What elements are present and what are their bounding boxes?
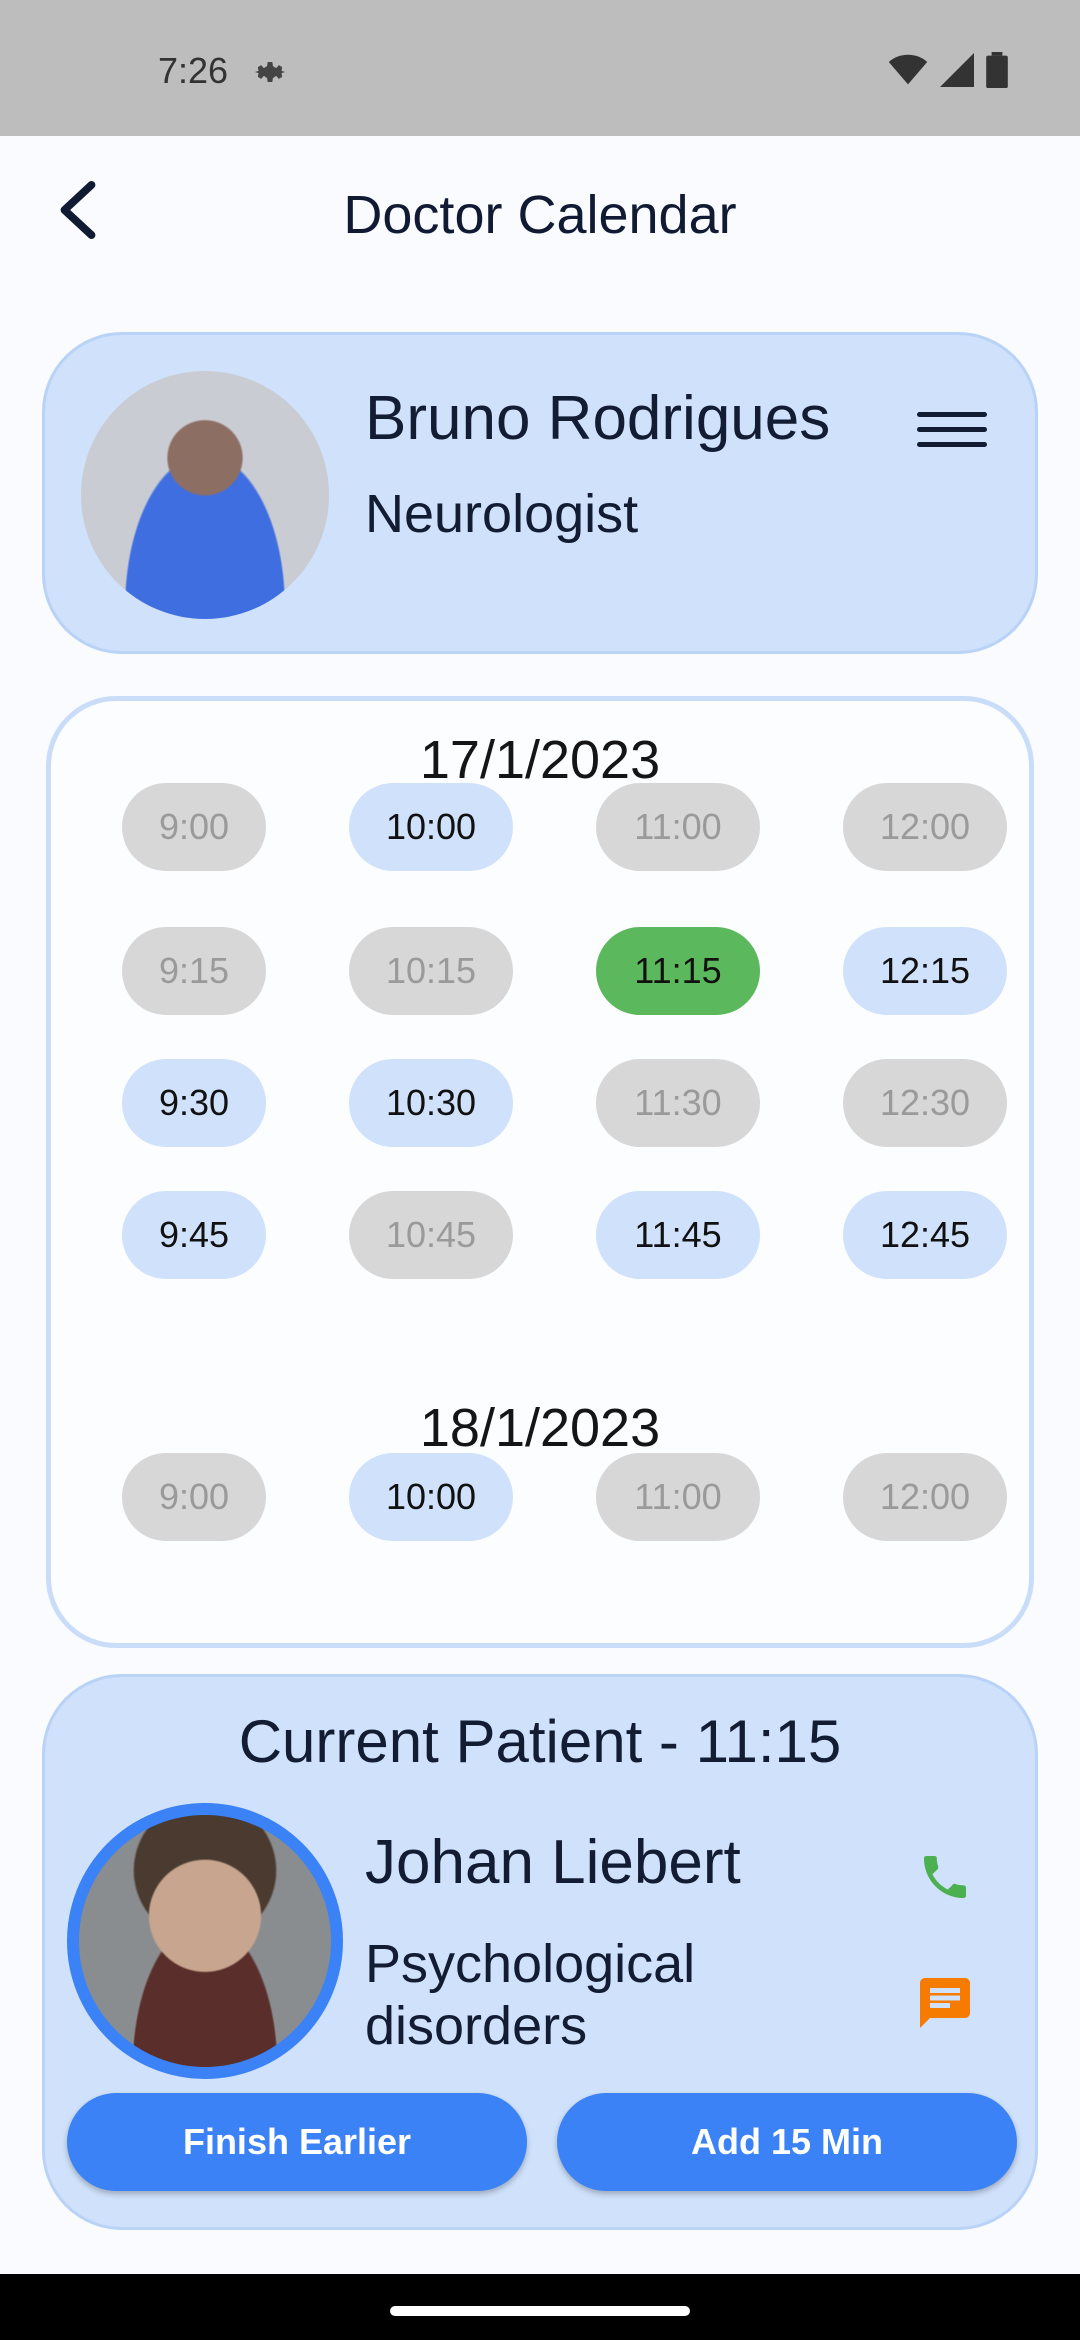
status-bar: 7:26 [0, 0, 1080, 136]
time-slot: 11:00 [596, 783, 760, 871]
time-slot: 11:00 [596, 1453, 760, 1541]
chat-icon [920, 1978, 970, 2028]
patient-avatar [67, 1803, 343, 2079]
message-button[interactable] [909, 1967, 981, 2039]
doctor-card: Bruno Rodrigues Neurologist [42, 332, 1038, 654]
doctor-avatar [81, 371, 329, 619]
menu-button[interactable] [917, 399, 987, 459]
time-slot[interactable]: 10:00 [349, 1453, 513, 1541]
calendar-panel[interactable]: 17/1/2023 9:00 10:00 11:00 12:00 9:15 10:15 11:… [46, 696, 1034, 1648]
time-slot: 9:15 [122, 927, 266, 1015]
battery-icon [986, 52, 1008, 88]
patient-name: Johan Liebert [365, 1828, 741, 1897]
status-icons [888, 52, 1008, 88]
doctor-specialty: Neurologist [365, 484, 639, 544]
time-slot[interactable]: 12:15 [843, 927, 1007, 1015]
home-indicator[interactable] [390, 2306, 690, 2316]
call-button[interactable] [909, 1841, 981, 1913]
time-slot: 10:15 [349, 927, 513, 1015]
time-slot[interactable]: 9:45 [122, 1191, 266, 1279]
status-time: 7:26 [158, 50, 229, 91]
time-slot[interactable]: 10:00 [349, 783, 513, 871]
add-15-min-button[interactable]: Add 15 Min [557, 2093, 1017, 2191]
patient-condition: Psychological disorders [365, 1934, 696, 2056]
time-slot: 9:00 [122, 1453, 266, 1541]
time-slot: 12:00 [843, 783, 1007, 871]
time-slot[interactable]: 9:30 [122, 1059, 266, 1147]
time-slot: 12:30 [843, 1059, 1007, 1147]
calendar-date: 18/1/2023 [419, 1398, 661, 1458]
calendar-date: 17/1/2023 [419, 730, 661, 790]
current-patient-heading: Current Patient - 11:15 [238, 1708, 842, 1775]
time-slot: 9:00 [122, 783, 266, 871]
time-slot[interactable]: 11:45 [596, 1191, 760, 1279]
time-slot: 11:30 [596, 1059, 760, 1147]
signal-icon [940, 53, 974, 87]
time-slot: 10:45 [349, 1191, 513, 1279]
phone-icon [924, 1856, 966, 1898]
current-patient-card: Current Patient - 11:15 Johan Liebert Ps… [42, 1674, 1038, 2230]
finish-earlier-button[interactable]: Finish Earlier [67, 2093, 527, 2191]
wifi-icon [888, 54, 928, 85]
time-slot[interactable]: 12:45 [843, 1191, 1007, 1279]
time-slot: 12:00 [843, 1453, 1007, 1541]
time-slot[interactable]: 10:30 [349, 1059, 513, 1147]
gear-icon [255, 62, 285, 82]
hamburger-menu-icon [917, 411, 987, 417]
time-slot[interactable]: 11:15 [596, 927, 760, 1015]
doctor-name: Bruno Rodrigues [365, 384, 831, 453]
app-bar: Doctor Calendar [0, 136, 1080, 291]
page-title: Doctor Calendar [343, 185, 737, 245]
